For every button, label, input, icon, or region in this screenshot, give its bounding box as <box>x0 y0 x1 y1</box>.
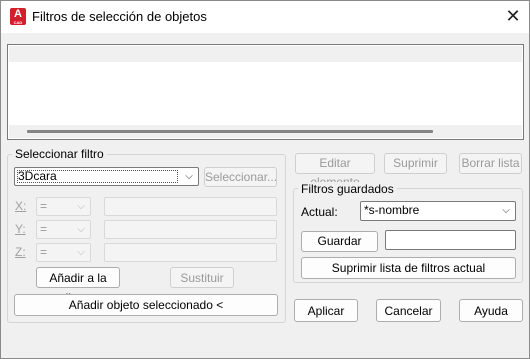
edit-item-button[interactable]: Editar elemento <box>295 153 375 189</box>
dialog-title: Filtros de selección de objetos <box>32 9 207 24</box>
apply-button[interactable]: Aplicar <box>294 299 358 322</box>
select-button[interactable]: Seleccionar... <box>204 167 277 187</box>
z-label: Z: <box>15 245 26 259</box>
save-as-input[interactable] <box>385 230 516 250</box>
horizontal-scrollbar[interactable] <box>9 125 522 138</box>
scrollbar-thumb[interactable] <box>27 130 433 133</box>
add-selected-object-button[interactable]: Añadir objeto seleccionado < <box>14 294 278 316</box>
chevron-down-icon: ⌵ <box>502 205 510 216</box>
z-operator-value: = <box>40 245 48 259</box>
help-button[interactable]: Ayuda <box>459 299 523 322</box>
current-filter-value: *s-nombre <box>364 203 420 217</box>
autocad-app-icon: A CAD <box>10 8 26 25</box>
x-value-field[interactable] <box>104 197 277 216</box>
filter-type-select[interactable]: 3Dcara ⌵ <box>14 167 199 186</box>
x-label: X: <box>15 199 27 213</box>
app-icon-letter: A <box>14 8 22 20</box>
saved-filters-legend: Filtros guardados <box>298 182 397 196</box>
chevron-down-icon: ⌵ <box>185 171 193 182</box>
y-operator-select[interactable]: = ⌵ <box>36 220 91 239</box>
clear-list-button[interactable]: Borrar lista <box>459 153 522 174</box>
filter-list[interactable] <box>7 44 524 140</box>
title-bar: A CAD Filtros de selección de objetos ✕ <box>1 1 529 33</box>
y-label: Y: <box>15 222 26 236</box>
app-icon-subtext: CAD <box>13 20 23 25</box>
dialog-window: A CAD Filtros de selección de objetos ✕ S… <box>0 0 530 359</box>
chevron-down-icon: ⌵ <box>77 224 85 235</box>
replace-button[interactable]: Sustituir <box>170 267 234 288</box>
add-to-list-button[interactable]: Añadir a la lista: <box>36 267 120 305</box>
current-label: Actual: <box>301 205 338 219</box>
z-operator-select[interactable]: = ⌵ <box>36 243 91 262</box>
y-operator-value: = <box>40 222 48 236</box>
save-as-button[interactable]: Guardar como: <box>301 231 378 267</box>
close-icon[interactable]: ✕ <box>501 5 525 29</box>
filter-list-selected-row[interactable] <box>9 46 522 62</box>
select-filter-legend: Seleccionar filtro <box>12 147 107 161</box>
current-filter-select[interactable]: *s-nombre ⌵ <box>360 201 516 221</box>
chevron-down-icon: ⌵ <box>77 247 85 258</box>
cancel-button[interactable]: Cancelar <box>376 299 441 322</box>
x-operator-select[interactable]: = ⌵ <box>36 197 91 216</box>
z-value-field[interactable] <box>104 243 277 262</box>
focus-rectangle <box>17 170 178 183</box>
chevron-down-icon: ⌵ <box>77 201 85 212</box>
delete-filter-list-button[interactable]: Suprimir lista de filtros actual <box>301 257 516 279</box>
delete-item-button[interactable]: Suprimir <box>384 153 447 174</box>
y-value-field[interactable] <box>104 220 277 239</box>
x-operator-value: = <box>40 199 48 213</box>
